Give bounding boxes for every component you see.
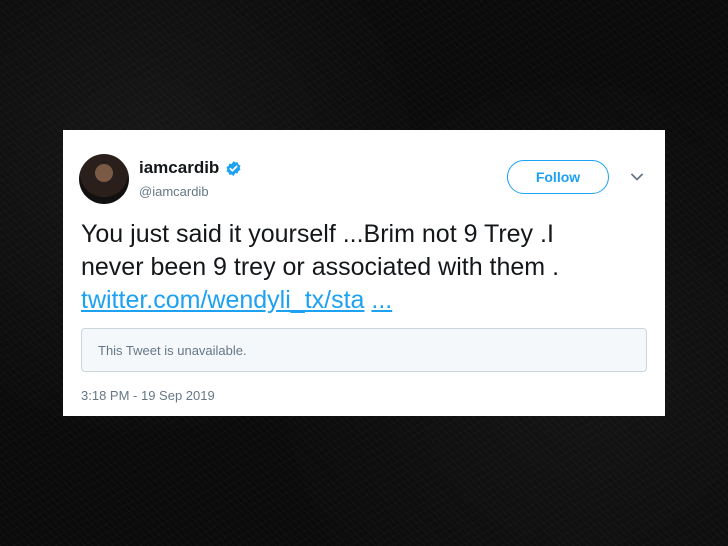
- tweet-link[interactable]: twitter.com/wendyli_tx/sta: [81, 286, 364, 314]
- follow-button[interactable]: Follow: [507, 160, 609, 194]
- avatar[interactable]: [79, 154, 129, 204]
- tweet-card: iamcardib @iamcardib Follow You just sai…: [63, 130, 665, 416]
- quoted-tweet-notice: This Tweet is unavailable.: [98, 342, 247, 358]
- verified-badge-icon: [226, 160, 241, 176]
- tweet-text-line: You just said it yourself ...Brim not 9 …: [81, 220, 554, 248]
- chevron-down-icon[interactable]: [630, 172, 644, 182]
- author-name-row: iamcardib: [139, 158, 242, 178]
- tweet-text-line: never been 9 trey or associated with the…: [81, 253, 560, 281]
- tweet-link-ellipsis[interactable]: ...: [371, 286, 392, 314]
- tweet-timestamp[interactable]: 3:18 PM - 19 Sep 2019: [81, 388, 215, 403]
- user-handle[interactable]: @iamcardib: [139, 184, 209, 199]
- tweet-link-row: twitter.com/wendyli_tx/sta ...: [81, 284, 651, 317]
- display-name[interactable]: iamcardib: [139, 158, 219, 178]
- quoted-tweet-box: This Tweet is unavailable.: [81, 328, 647, 372]
- tweet-text: You just said it yourself ...Brim not 9 …: [81, 218, 651, 317]
